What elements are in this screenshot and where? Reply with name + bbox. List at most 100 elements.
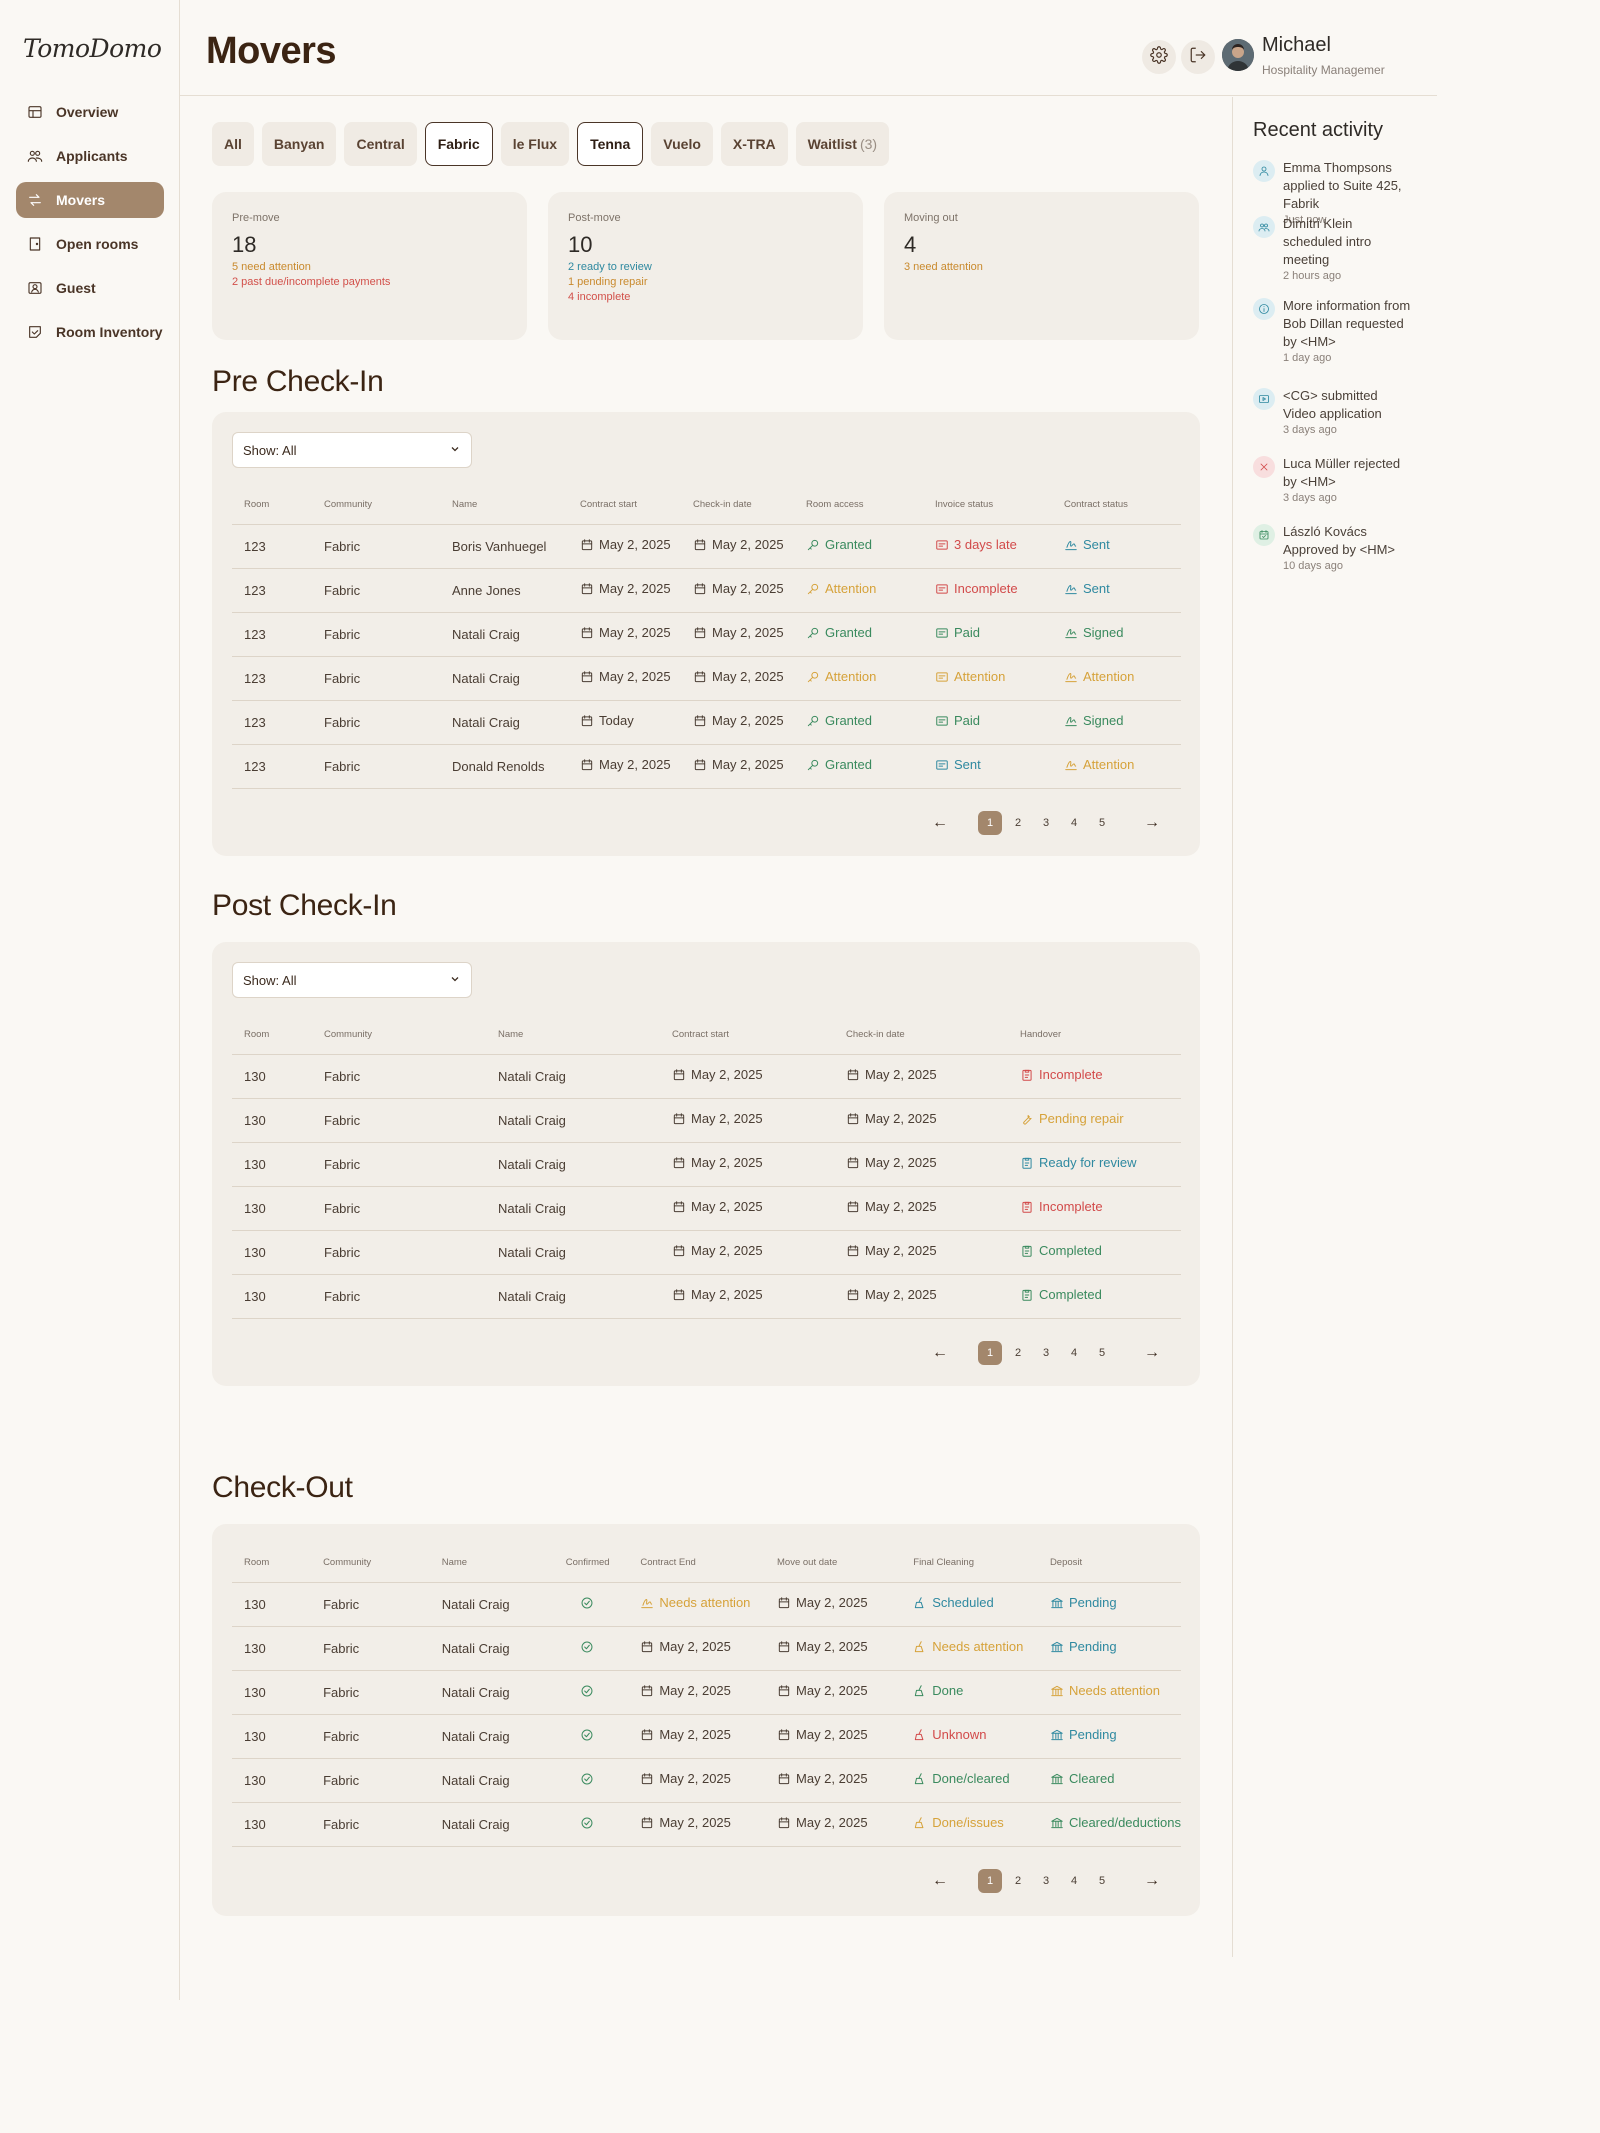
sidebar-item-open-rooms[interactable]: Open rooms: [16, 226, 164, 262]
logout-button[interactable]: [1181, 40, 1215, 74]
table-row[interactable]: 123 Fabric Donald Renolds May 2, 2025 May 2,…: [232, 744, 1181, 789]
status-cell[interactable]: Granted: [806, 713, 872, 728]
status-cell[interactable]: Completed: [1020, 1243, 1102, 1258]
page-button[interactable]: 5: [1090, 811, 1114, 835]
sidebar-item-applicants[interactable]: Applicants: [16, 138, 164, 174]
status-cell[interactable]: Incomplete: [935, 581, 1018, 596]
sidebar-item-overview[interactable]: Overview: [16, 94, 164, 130]
page-button[interactable]: 1: [978, 1340, 1002, 1365]
table-cell[interactable]: Attention: [1052, 656, 1181, 701]
stat-card-post-move[interactable]: Post-move 10 2 ready to review 1 pending re…: [548, 192, 863, 340]
app-logo[interactable]: TomoDomo: [23, 34, 162, 63]
prev-page-button[interactable]: ←: [926, 1867, 954, 1895]
status-cell[interactable]: Scheduled: [913, 1595, 994, 1610]
activity-item[interactable]: Dimitri Klein scheduled intro meeting 2 h…: [1253, 215, 1413, 282]
page-button[interactable]: 3: [1034, 1869, 1058, 1893]
avatar[interactable]: [1222, 39, 1254, 71]
next-page-button[interactable]: →: [1138, 1867, 1166, 1895]
table-cell[interactable]: Done: [901, 1670, 1038, 1715]
status-cell[interactable]: Paid: [935, 625, 980, 640]
table-row[interactable]: 130 Fabric Natali Craig May 2, 2025 May 2, 2…: [232, 1714, 1181, 1759]
table-cell[interactable]: Signed: [1052, 700, 1181, 745]
table-cell[interactable]: Done/issues: [901, 1802, 1038, 1847]
table-cell[interactable]: Attention: [923, 656, 1052, 701]
table-cell[interactable]: Cleared: [1037, 1758, 1181, 1803]
table-cell[interactable]: Sent: [923, 744, 1052, 789]
table-row[interactable]: 130 Fabric Natali Craig May 2, 2025 May 2, 2…: [232, 1626, 1181, 1671]
status-cell[interactable]: Ready for review: [1020, 1155, 1137, 1170]
table-row[interactable]: 130 Fabric Natali Craig May 2, 2025 May 2, 2…: [232, 1230, 1181, 1275]
tab-tenna[interactable]: Tenna: [577, 122, 644, 166]
status-cell[interactable]: Attention: [806, 669, 876, 684]
page-button[interactable]: 3: [1034, 811, 1058, 835]
status-cell[interactable]: Done: [913, 1683, 963, 1698]
table-cell[interactable]: Sent: [1052, 568, 1181, 613]
table-cell[interactable]: Granted: [794, 744, 923, 789]
tab-central[interactable]: Central: [344, 122, 417, 166]
table-cell[interactable]: Ready for review: [1008, 1142, 1181, 1187]
table-cell[interactable]: Granted: [794, 612, 923, 657]
user-name[interactable]: Michael: [1262, 34, 1331, 57]
status-cell[interactable]: Attention: [1064, 669, 1134, 684]
activity-item[interactable]: <CG> submitted Video application 3 days a…: [1253, 387, 1413, 436]
status-cell[interactable]: Completed: [1020, 1287, 1102, 1302]
tab-le-flux[interactable]: le Flux: [500, 122, 570, 166]
table-row[interactable]: 123 Fabric Boris Vanhuegel May 2, 2025 May 2…: [232, 524, 1181, 569]
table-cell[interactable]: Incomplete: [923, 568, 1052, 613]
table-cell[interactable]: Attention: [794, 568, 923, 613]
table-row[interactable]: 130 Fabric Natali Craig May 2, 2025 May 2, 2…: [232, 1670, 1181, 1715]
table-cell[interactable]: Incomplete: [1008, 1186, 1181, 1231]
page-button[interactable]: 5: [1090, 1341, 1114, 1365]
prev-page-button[interactable]: ←: [926, 1339, 954, 1367]
table-cell[interactable]: Unknown: [901, 1714, 1038, 1759]
status-cell[interactable]: Needs attention: [640, 1595, 750, 1610]
status-cell[interactable]: Pending: [1050, 1727, 1117, 1742]
table-cell[interactable]: Paid: [923, 612, 1052, 657]
next-page-button[interactable]: →: [1138, 1339, 1166, 1367]
table-row[interactable]: 123 Fabric Natali Craig May 2, 2025 May 2, 2…: [232, 656, 1181, 701]
status-cell[interactable]: Granted: [806, 625, 872, 640]
status-cell[interactable]: Unknown: [913, 1727, 986, 1742]
table-cell[interactable]: Signed: [1052, 612, 1181, 657]
table-row[interactable]: 130 Fabric Natali Craig May 2, 2025 May 2, 2…: [232, 1054, 1181, 1099]
table-cell[interactable]: Needs attention: [1037, 1670, 1181, 1715]
page-button[interactable]: 3: [1034, 1341, 1058, 1365]
status-cell[interactable]: Done/issues: [913, 1815, 1004, 1830]
table-row[interactable]: 130 Fabric Natali Craig May 2, 2025 May 2, 2…: [232, 1186, 1181, 1231]
pre-checkin-filter[interactable]: Show: All: [232, 432, 472, 468]
table-cell[interactable]: Attention: [794, 656, 923, 701]
status-cell[interactable]: Granted: [806, 537, 872, 552]
page-button[interactable]: 4: [1062, 1341, 1086, 1365]
page-button[interactable]: 2: [1006, 1341, 1030, 1365]
status-cell[interactable]: Sent: [935, 757, 981, 772]
stat-card-pre-move[interactable]: Pre-move 18 5 need attention 2 past due/inc…: [212, 192, 527, 340]
table-cell[interactable]: Pending: [1037, 1626, 1181, 1671]
table-row[interactable]: 130 Fabric Natali Craig May 2, 2025 May 2, 2…: [232, 1098, 1181, 1143]
status-cell[interactable]: Needs attention: [1050, 1683, 1160, 1698]
status-cell[interactable]: Sent: [1064, 581, 1110, 596]
status-cell[interactable]: Pending: [1050, 1595, 1117, 1610]
table-cell[interactable]: Attention: [1052, 744, 1181, 789]
status-cell[interactable]: Cleared: [1050, 1771, 1114, 1786]
prev-page-button[interactable]: ←: [926, 809, 954, 837]
page-button[interactable]: 4: [1062, 1869, 1086, 1893]
status-cell[interactable]: Incomplete: [1020, 1067, 1103, 1082]
table-cell[interactable]: Incomplete: [1008, 1054, 1181, 1099]
status-cell[interactable]: Granted: [806, 757, 872, 772]
table-cell[interactable]: 3 days late: [923, 524, 1052, 569]
table-row[interactable]: 123 Fabric Natali Craig May 2, 2025 May 2, 2…: [232, 612, 1181, 657]
page-button[interactable]: 1: [978, 1868, 1002, 1893]
next-page-button[interactable]: →: [1138, 809, 1166, 837]
page-button[interactable]: 2: [1006, 1869, 1030, 1893]
activity-item[interactable]: Luca Müller rejected by <HM> 3 days ago: [1253, 455, 1413, 504]
table-cell[interactable]: Scheduled: [901, 1582, 1038, 1627]
table-cell[interactable]: Sent: [1052, 524, 1181, 569]
stat-card-moving-out[interactable]: Moving out 4 3 need attention: [884, 192, 1199, 340]
status-cell[interactable]: Pending: [1050, 1639, 1117, 1654]
table-cell[interactable]: Granted: [794, 700, 923, 745]
page-button[interactable]: 1: [978, 810, 1002, 835]
tab-waitlist[interactable]: Waitlist (3): [795, 122, 890, 166]
table-row[interactable]: 123 Fabric Anne Jones May 2, 2025 May 2, 202…: [232, 568, 1181, 613]
tab-vuelo[interactable]: Vuelo: [651, 122, 713, 166]
table-cell[interactable]: Done/cleared: [901, 1758, 1038, 1803]
